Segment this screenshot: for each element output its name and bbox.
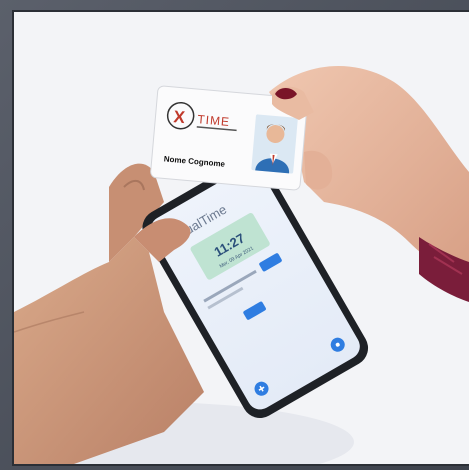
photo-illustration: VirtualTime 11:27 Mer, 09 Apr 2021 X TIM… <box>14 12 469 464</box>
logo-time: TIME <box>197 112 231 129</box>
image-stage: VirtualTime 11:27 Mer, 09 Apr 2021 X TIM… <box>0 0 469 470</box>
photo: VirtualTime 11:27 Mer, 09 Apr 2021 X TIM… <box>14 12 469 464</box>
